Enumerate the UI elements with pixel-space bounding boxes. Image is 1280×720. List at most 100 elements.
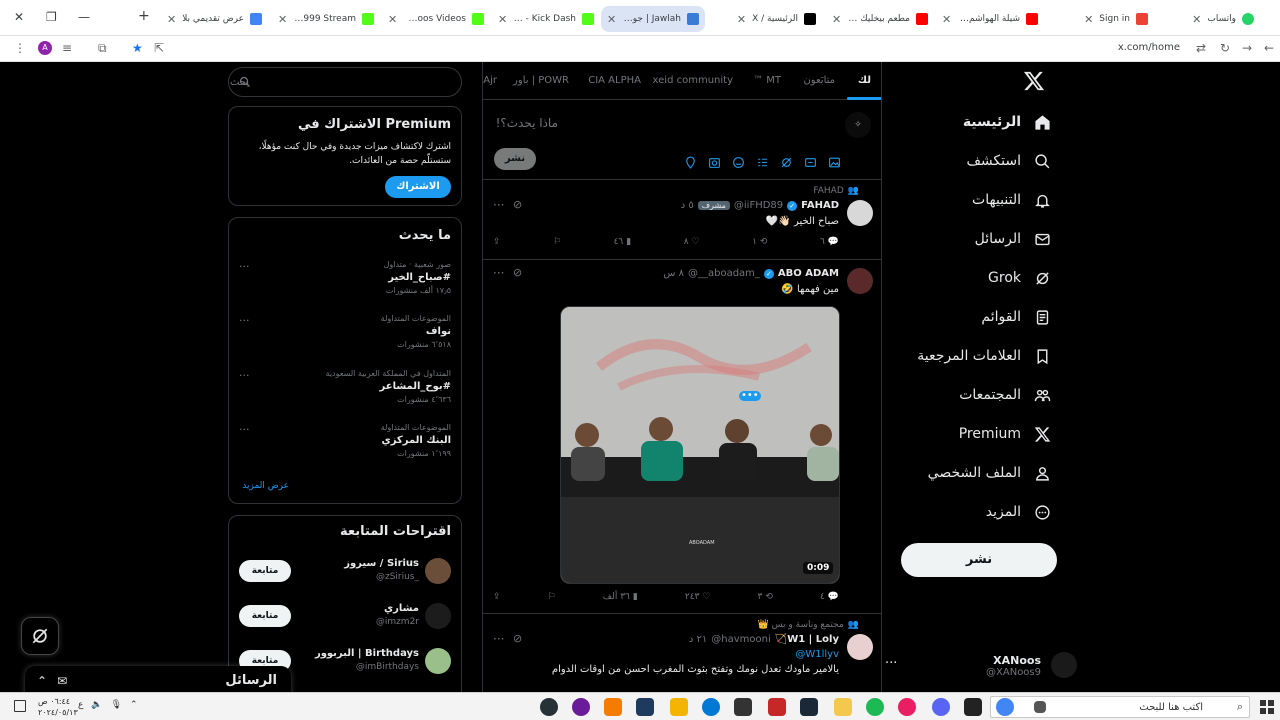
trend-item[interactable]: صور شعبية · متداول #صباح_الخير ١٧٫٥ ألف … [229, 260, 461, 310]
nav-profile[interactable]: الملف الشخصي [928, 460, 1051, 486]
nav-communities[interactable]: المجتمعات [959, 382, 1051, 408]
location-icon[interactable] [683, 155, 697, 169]
tab-powr[interactable]: POWR | باور [513, 75, 569, 86]
expand-icon[interactable]: ⌃ [37, 674, 47, 688]
close-icon[interactable]: ✕ [167, 13, 176, 26]
emoji-icon[interactable] [731, 155, 745, 169]
close-window-icon[interactable]: ✕ [14, 10, 24, 24]
tab-xanoos-videos[interactable]: XANoos Videos ✕ [382, 6, 490, 32]
show-more-link[interactable]: عرض المزيد [242, 481, 289, 491]
nav-lists[interactable]: القوائم [981, 304, 1051, 330]
composer-post-button[interactable]: نشر [494, 148, 536, 170]
reload-icon[interactable]: ↻ [1220, 41, 1230, 55]
epic-games-icon[interactable] [964, 698, 982, 716]
close-icon[interactable]: ✕ [498, 13, 507, 26]
close-icon[interactable]: ✕ [832, 13, 841, 26]
tab-presentation[interactable]: عرض تقديمي بلا ✕ [160, 6, 268, 32]
language-indicator[interactable]: ع [78, 700, 83, 710]
notification-icon[interactable] [14, 700, 26, 712]
tab-xeid-community[interactable]: xeid community [653, 75, 733, 86]
nav-more[interactable]: المزيد [986, 499, 1051, 525]
timestamp[interactable]: ٢١ د [689, 634, 707, 645]
tab-jawlah[interactable]: Jawlah | جولة - Jawlah ✕ [601, 6, 705, 32]
edge-icon[interactable] [702, 698, 720, 716]
more-icon[interactable]: ··· [885, 656, 897, 671]
reply-button[interactable]: 💬 ٦ [820, 237, 839, 247]
timestamp[interactable]: ٥ د [681, 200, 694, 211]
share-button[interactable]: ⇪ [493, 237, 501, 247]
subscribe-button[interactable]: الاشتراك [385, 176, 451, 198]
x-logo-icon[interactable] [1023, 70, 1045, 92]
grok-icon[interactable] [779, 155, 793, 169]
app-icon[interactable] [898, 698, 916, 716]
follow-suggestion[interactable]: Sirius / سيروز @zSirius_ متابعة [229, 556, 461, 596]
playlist-icon[interactable]: ≡ [62, 41, 72, 55]
timestamp[interactable]: ٨ س [663, 268, 684, 279]
close-icon[interactable]: ✕ [1192, 13, 1201, 26]
composer-input[interactable]: ماذا يحدث؟! [496, 116, 558, 130]
bookmark-button[interactable]: ⚐ [548, 592, 556, 602]
mention-link[interactable]: @W1llyv [795, 649, 839, 660]
poll-icon[interactable] [755, 155, 769, 169]
task-view-icon[interactable] [1034, 701, 1046, 713]
schedule-icon[interactable] [707, 155, 721, 169]
post-button[interactable]: نشر [901, 543, 1057, 577]
like-button[interactable]: ♡ ٨ [684, 237, 700, 247]
tab-x-home[interactable]: الرئيسية / X ✕ [712, 6, 822, 32]
windows-start-icon[interactable] [1260, 700, 1274, 714]
new-message-icon[interactable]: ✉ [57, 674, 67, 688]
media-icon[interactable] [827, 155, 841, 169]
taskbar-search[interactable]: اكتب هنا للبحث ⌕ [990, 696, 1250, 718]
close-icon[interactable]: ✕ [1084, 13, 1093, 26]
more-icon[interactable]: ··· [493, 632, 504, 646]
site-settings-icon[interactable]: ⇄ [1196, 41, 1206, 55]
avatar[interactable] [847, 200, 873, 226]
volume-icon[interactable]: 🔈 [91, 700, 102, 710]
app-icon[interactable] [636, 698, 654, 716]
close-icon[interactable]: ✕ [942, 13, 951, 26]
more-icon[interactable]: ··· [239, 260, 250, 273]
author-handle[interactable]: @havmooni [711, 634, 770, 645]
follow-suggestion[interactable]: مشاري @imzm2r متابعة [229, 601, 461, 641]
author-name[interactable]: W1 | Loly🏹 [775, 634, 839, 645]
tweet[interactable]: 👥 مجتمع وناسة و بس 👑 W1 | Loly🏹 @havmooni… [483, 614, 881, 692]
forward-icon[interactable]: → [1242, 41, 1252, 55]
nav-grok[interactable]: Grok [988, 265, 1051, 291]
follow-button[interactable]: متابعة [239, 560, 291, 582]
reply-button[interactable]: 💬 ٤ [820, 592, 839, 602]
tab-kick-dashboard[interactable]: Stream - Kick Dash ✕ [492, 6, 600, 32]
avatar[interactable] [847, 634, 873, 660]
close-icon[interactable]: ✕ [607, 13, 616, 26]
taskbar-clock[interactable]: ٠٦:٤٤ ص ٢٠٢٤/٠٥/١٣ [38, 696, 78, 718]
bookmark-star-icon[interactable]: ★ [132, 41, 143, 55]
microphone-icon[interactable]: 🎙 [111, 700, 122, 710]
nav-bookmarks[interactable]: العلامات المرجعية [917, 343, 1051, 369]
address-bar[interactable]: x.com/home [1118, 42, 1180, 53]
menu-dots-icon[interactable]: ⋮ [14, 41, 26, 55]
more-icon[interactable]: ··· [493, 198, 504, 212]
follow-button[interactable]: متابعة [239, 605, 291, 627]
restore-window-icon[interactable]: ❐ [46, 10, 57, 24]
grok-icon[interactable]: ⊘ [513, 266, 522, 279]
gif-icon[interactable] [803, 155, 817, 169]
trend-item[interactable]: الموضوعات المتداولة نواف ٦٬٥١٨ منشورات ·… [229, 314, 461, 364]
close-icon[interactable]: ✕ [737, 13, 746, 26]
search-input[interactable]: بحث [228, 67, 462, 97]
app-icon[interactable] [734, 698, 752, 716]
app-icon[interactable] [670, 698, 688, 716]
chevron-up-icon[interactable]: ⌃ [130, 700, 138, 710]
bookmark-button[interactable]: ⚐ [553, 237, 561, 247]
tab-for-you[interactable]: لك [858, 75, 871, 86]
tab-restaurant-video[interactable]: مطعم بيخليك تعدل ✕ [826, 6, 934, 32]
nav-messages[interactable]: الرسائل [975, 226, 1051, 252]
grok-icon[interactable]: ⊘ [513, 198, 522, 211]
trend-item[interactable]: المتداول في المملكة العربية السعودية #بو… [229, 369, 461, 419]
nav-home[interactable]: الرئيسية [963, 109, 1051, 135]
tab-sign-in[interactable]: Sign in ✕ [1046, 6, 1154, 32]
close-icon[interactable]: ✕ [278, 13, 287, 26]
tab-ajr[interactable]: Ajr [483, 75, 497, 86]
more-icon[interactable]: ··· [239, 369, 250, 382]
spotify-icon[interactable] [866, 698, 884, 716]
trend-item[interactable]: الموضوعات المتداولة البنك المركزي ١٬١٩٩ … [229, 423, 461, 473]
file-explorer-icon[interactable] [834, 698, 852, 716]
